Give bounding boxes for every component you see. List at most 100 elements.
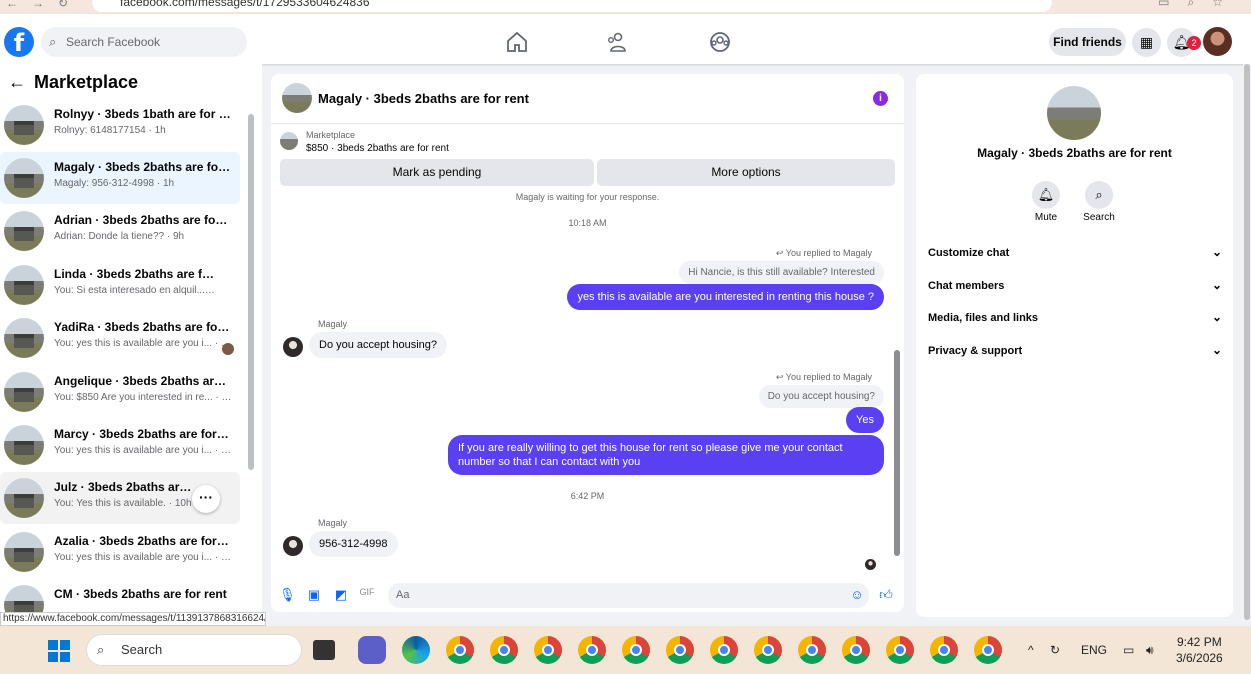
conversation-name: Azalia · 3beds 2baths are for rent bbox=[54, 534, 232, 548]
conversation-item-active[interactable]: Magaly · 3beds 2baths are for r... Magaly… bbox=[0, 152, 240, 204]
edge-icon[interactable] bbox=[402, 636, 430, 664]
conversation-list-scrollbar[interactable] bbox=[248, 114, 254, 470]
conversation-item[interactable]: YadiRa · 3beds 2baths are for rent You: y… bbox=[0, 312, 240, 364]
chrome-icon-active[interactable] bbox=[930, 636, 958, 664]
outgoing-message[interactable]: yes this is available are you interested… bbox=[567, 284, 884, 310]
microphone-icon[interactable]: 🎙︎ bbox=[279, 587, 296, 603]
timestamp: 10:18 AM bbox=[568, 218, 607, 228]
chrome-icon[interactable] bbox=[490, 636, 518, 664]
customize-chat-row[interactable]: Customize chat ⌄ bbox=[928, 245, 1222, 259]
friends-icon[interactable] bbox=[606, 31, 630, 53]
conversation-name: Marcy · 3beds 2baths are for rent bbox=[54, 427, 232, 441]
quoted-message[interactable]: Do you accept housing? bbox=[758, 385, 884, 408]
listing-thumbnail bbox=[4, 532, 44, 572]
page-scrollbar-thumb[interactable] bbox=[1244, 64, 1250, 620]
emoji-icon[interactable]: ☺ bbox=[849, 587, 865, 603]
conversation-preview: You: yes this is available are you i... … bbox=[54, 445, 232, 456]
facebook-logo-icon[interactable]: f bbox=[4, 27, 34, 57]
chrome-icon[interactable] bbox=[534, 636, 562, 664]
chrome-icon[interactable] bbox=[622, 636, 650, 664]
chrome-icon[interactable] bbox=[666, 636, 694, 664]
conversation-item[interactable]: Marcy · 3beds 2baths are for rent You: ye… bbox=[0, 419, 240, 471]
conversation-name: YadiRa · 3beds 2baths are for rent bbox=[54, 320, 232, 334]
gif-icon[interactable]: GIF bbox=[359, 587, 375, 603]
listing-price[interactable]: $850 · 3beds 2baths are for rent bbox=[306, 143, 449, 154]
chrome-icon[interactable] bbox=[798, 636, 826, 664]
network-icon[interactable]: ▭ bbox=[1123, 643, 1134, 657]
chrome-icon[interactable] bbox=[886, 636, 914, 664]
media-files-row[interactable]: Media, files and links ⌄ bbox=[928, 310, 1222, 324]
chat-listing-avatar[interactable] bbox=[282, 83, 312, 113]
conversation-preview: You: Si esta interesado en alquil... · 9… bbox=[54, 285, 216, 296]
thread-scrollbar[interactable] bbox=[894, 194, 900, 566]
sender-name: Magaly bbox=[318, 518, 348, 528]
account-avatar[interactable] bbox=[1203, 27, 1232, 56]
sticker-icon[interactable]: ◩ bbox=[333, 587, 349, 603]
chrome-icon[interactable] bbox=[754, 636, 782, 664]
system-clock[interactable]: 9:42 PM 3/6/2026 bbox=[1176, 634, 1223, 666]
language-indicator[interactable]: ENG bbox=[1081, 643, 1107, 657]
listing-thumbnail bbox=[4, 318, 44, 358]
conversation-item[interactable]: Angelique · 3beds 2baths are fo... You: $… bbox=[0, 366, 240, 418]
sender-avatar[interactable] bbox=[283, 337, 303, 357]
task-view-icon[interactable] bbox=[313, 640, 335, 660]
conversation-item[interactable]: Rolnyy · 3beds 1bath are for rent Rolnyy:… bbox=[0, 99, 240, 151]
quoted-message[interactable]: Hi Nancie, is this still available? Inte… bbox=[679, 261, 884, 284]
replied-text: You replied to Magaly bbox=[785, 372, 872, 382]
chevron-up-icon[interactable]: ^ bbox=[1028, 643, 1034, 657]
privacy-support-row[interactable]: Privacy & support ⌄ bbox=[928, 343, 1222, 357]
search-icon[interactable]: ⌕ bbox=[1085, 181, 1113, 209]
notification-badge: 2 bbox=[1187, 36, 1201, 50]
sync-icon[interactable]: ↻ bbox=[1050, 643, 1060, 657]
home-icon[interactable] bbox=[505, 31, 529, 53]
back-arrow-icon[interactable]: ← bbox=[8, 72, 26, 92]
like-icon[interactable]: 👍︎ bbox=[878, 587, 894, 603]
panel-title-text: Marketplace bbox=[34, 72, 139, 92]
search-input[interactable]: ⌕ Search Facebook bbox=[41, 27, 247, 57]
chat-members-row[interactable]: Chat members ⌄ bbox=[928, 278, 1222, 292]
chrome-icon[interactable] bbox=[578, 636, 606, 664]
chrome-icon[interactable] bbox=[710, 636, 738, 664]
info-icon[interactable]: i bbox=[873, 91, 888, 106]
reply-icon: ↩ bbox=[775, 248, 786, 258]
chrome-icon[interactable] bbox=[842, 636, 870, 664]
outgoing-message[interactable]: If you are really willing to get this ho… bbox=[448, 435, 884, 475]
browser-nav-icons[interactable]: ←→↻ bbox=[6, 0, 82, 10]
conversation-item[interactable]: Adrian · 3beds 2baths are for rent Adrian… bbox=[0, 205, 240, 257]
outgoing-message[interactable]: Yes bbox=[846, 407, 884, 433]
sender-avatar[interactable] bbox=[283, 536, 303, 556]
more-options-button[interactable]: More options bbox=[597, 159, 895, 186]
facebook-header: f ⌕ Search Facebook Find friends ▦ 🔔︎ 2 bbox=[0, 14, 1251, 64]
conversation-item[interactable]: Azalia · 3beds 2baths are for rent You: y… bbox=[0, 526, 240, 578]
taskbar-search[interactable]: ⌕ Search bbox=[86, 634, 302, 666]
teams-icon[interactable] bbox=[358, 636, 386, 664]
menu-grid-icon[interactable]: ▦ bbox=[1132, 28, 1161, 57]
windows-start-icon[interactable] bbox=[48, 640, 70, 662]
clock-date: 3/6/2026 bbox=[1176, 651, 1223, 665]
thread-scrollbar-thumb[interactable] bbox=[894, 350, 900, 556]
volume-icon[interactable]: 🔊︎ bbox=[1146, 643, 1154, 658]
incoming-message[interactable]: Do you accept housing? bbox=[309, 332, 448, 358]
page-scrollbar[interactable] bbox=[1243, 64, 1251, 624]
conversation-preview: Rolnyy: 6148177154 · 1h bbox=[54, 125, 166, 136]
listing-avatar[interactable] bbox=[1047, 86, 1101, 140]
chrome-icon[interactable] bbox=[974, 636, 1002, 664]
mark-pending-button[interactable]: Mark as pending bbox=[280, 159, 594, 186]
message-input[interactable]: Aa bbox=[388, 583, 869, 608]
listing-thumbnail bbox=[4, 585, 44, 612]
row-label: Privacy & support bbox=[928, 345, 1023, 357]
find-friends-button[interactable]: Find friends bbox=[1049, 28, 1126, 56]
chrome-icon[interactable] bbox=[446, 636, 474, 664]
listing-thumbnail bbox=[4, 211, 44, 251]
more-options-icon[interactable]: ··· bbox=[192, 485, 220, 513]
conversation-item[interactable]: Linda · 3beds 2baths are for r... You: Si… bbox=[0, 259, 240, 311]
chat-title[interactable]: Magaly · 3beds 2baths are for rent bbox=[318, 91, 529, 106]
mute-bell-icon[interactable]: 🔔︎ bbox=[1032, 181, 1060, 209]
photo-icon[interactable]: ▣ bbox=[306, 587, 322, 603]
conversation-item[interactable]: CM · 3beds 2baths are for rent bbox=[0, 579, 240, 612]
groups-icon[interactable] bbox=[708, 31, 732, 53]
search-icon: ⌕ bbox=[49, 34, 57, 49]
incoming-message[interactable]: 956-312-4998 bbox=[309, 531, 398, 557]
address-bar[interactable]: facebook.com/messages/t/1729533604624836 bbox=[92, 0, 1052, 12]
browser-actions[interactable]: ▭⌕☆ bbox=[1158, 0, 1241, 10]
